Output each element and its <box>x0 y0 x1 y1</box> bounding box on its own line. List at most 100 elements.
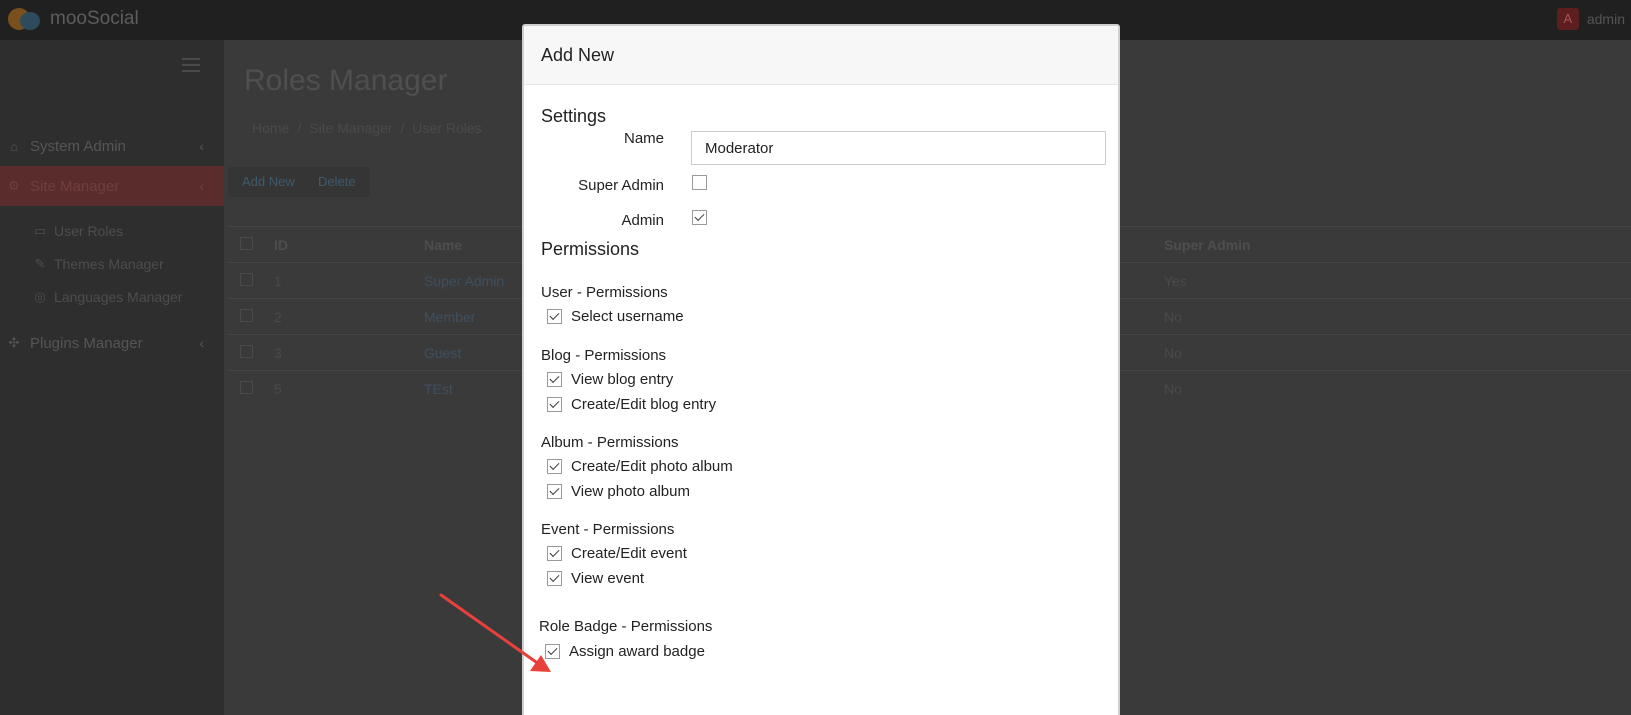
permission-label: View blog entry <box>571 371 674 388</box>
permission-create-edit-blog-entry[interactable]: Create/Edit blog entry <box>547 396 716 413</box>
cogs-icon: ⚙ <box>8 178 20 193</box>
permission-label: View photo album <box>571 483 690 500</box>
row-checkbox[interactable] <box>240 344 253 358</box>
permission-group-title: Album - Permissions <box>541 434 679 451</box>
permission-checkbox[interactable] <box>547 309 562 324</box>
cell-id: 1 <box>264 262 414 299</box>
row-checkbox[interactable] <box>240 380 253 394</box>
permission-checkbox[interactable] <box>545 644 560 659</box>
permission-checkbox[interactable] <box>547 459 562 474</box>
permission-label: Create/Edit photo album <box>571 458 733 475</box>
row-checkbox-cell <box>228 262 264 299</box>
sidebar-subitem-user-roles[interactable]: ▭ User Roles <box>32 223 123 239</box>
add-new-modal: Add New Settings Name Super Admin Admin … <box>522 24 1120 715</box>
cell-super-admin: No <box>1154 370 1631 407</box>
name-input[interactable] <box>691 131 1106 165</box>
moosocial-logo-icon <box>8 6 42 32</box>
breadcrumb-home[interactable]: Home <box>252 120 289 136</box>
sidebar-item-system-admin[interactable]: ⌂ System Admin ‹ <box>0 126 224 166</box>
permission-checkbox[interactable] <box>547 571 562 586</box>
permission-label: View event <box>571 570 645 587</box>
permission-view-blog-entry[interactable]: View blog entry <box>547 371 673 388</box>
checkmark-icon <box>549 310 560 321</box>
sidebar-item-site-manager[interactable]: ⚙ Site Manager ‹ <box>0 166 224 206</box>
super-admin-label: Super Admin <box>578 177 664 194</box>
permission-label: Create/Edit event <box>571 545 687 562</box>
super-admin-checkbox[interactable] <box>692 175 707 190</box>
breadcrumb-separator: / <box>297 120 302 136</box>
row-checkbox-cell <box>228 334 264 371</box>
id-card-icon: ▭ <box>33 223 47 238</box>
app-logo[interactable]: mooSocial <box>8 6 139 32</box>
permission-view-photo-album[interactable]: View photo album <box>547 483 690 500</box>
modal-title: Add New <box>541 45 615 65</box>
settings-heading: Settings <box>541 106 607 126</box>
permissions-heading: Permissions <box>541 239 640 259</box>
chevron-left-icon: ‹ <box>199 138 204 154</box>
name-label: Name <box>623 130 664 147</box>
sidebar-subitem-themes-manager[interactable]: ✎ Themes Manager <box>32 256 164 272</box>
permission-checkbox[interactable] <box>547 484 562 499</box>
sidebar-item-label: Plugins Manager <box>30 334 143 352</box>
modal-header: Add New <box>524 26 1118 85</box>
sidebar-item-label: Site Manager <box>30 177 120 195</box>
avatar: A <box>1556 8 1579 30</box>
permission-create-edit-event[interactable]: Create/Edit event <box>547 545 687 562</box>
user-menu[interactable]: A admin <box>1556 8 1631 30</box>
chevron-left-icon: ‹ <box>199 335 204 351</box>
permission-checkbox[interactable] <box>547 372 562 387</box>
select-all-checkbox[interactable] <box>240 236 253 250</box>
page-title: Roles Manager <box>244 64 448 97</box>
row-checkbox[interactable] <box>240 308 253 322</box>
sidebar-subitem-languages-manager[interactable]: ◎ Languages Manager <box>32 289 182 305</box>
breadcrumb: Home / Site Manager / User Roles <box>244 120 490 136</box>
permission-group-title: Event - Permissions <box>541 521 675 538</box>
permission-group-title: Role Badge - Permissions <box>539 618 713 635</box>
sidebar: ⌂ System Admin ‹ ⚙ Site Manager ‹ ▭ User… <box>0 40 224 715</box>
home-icon: ⌂ <box>10 138 18 154</box>
breadcrumb-user-roles: User Roles <box>412 120 482 136</box>
permission-create-edit-photo-album[interactable]: Create/Edit photo album <box>547 458 733 475</box>
cell-id: 3 <box>264 334 414 371</box>
cell-id: 5 <box>264 370 414 407</box>
header-checkbox-cell <box>228 226 264 263</box>
column-header-id[interactable]: ID <box>264 226 414 263</box>
checkmark-icon <box>549 572 560 583</box>
delete-button[interactable]: Delete <box>304 167 370 197</box>
permission-group-title: Blog - Permissions <box>541 347 667 364</box>
cell-id: 2 <box>264 298 414 335</box>
row-checkbox[interactable] <box>240 272 253 286</box>
checkmark-icon <box>694 211 705 222</box>
admin-checkbox[interactable] <box>692 210 707 225</box>
permission-label: Create/Edit blog entry <box>571 396 717 413</box>
permission-view-event[interactable]: View event <box>547 570 644 587</box>
menu-toggle-icon[interactable] <box>182 58 200 72</box>
row-checkbox-cell <box>228 370 264 407</box>
permission-assign-award-badge[interactable]: Assign award badge <box>545 643 705 660</box>
row-checkbox-cell <box>228 298 264 335</box>
permission-group-title: User - Permissions <box>541 284 668 301</box>
cell-super-admin: Yes <box>1154 262 1631 299</box>
sidebar-item-plugins-manager[interactable]: ✣ Plugins Manager ‹ <box>0 323 224 363</box>
sidebar-subitem-label: Languages Manager <box>54 289 183 305</box>
brush-icon: ✎ <box>34 256 46 271</box>
add-new-button[interactable]: Add New <box>228 167 309 197</box>
breadcrumb-separator: / <box>400 120 405 136</box>
checkmark-icon <box>549 485 560 496</box>
permission-checkbox[interactable] <box>547 397 562 412</box>
checkmark-icon <box>549 460 560 471</box>
globe-icon: ◎ <box>34 289 46 304</box>
user-name: admin <box>1586 11 1625 27</box>
checkmark-icon <box>549 398 560 409</box>
sidebar-subitem-label: User Roles <box>54 223 124 239</box>
sidebar-item-label: System Admin <box>30 137 126 155</box>
cell-super-admin: No <box>1154 298 1631 335</box>
column-header-super-admin[interactable]: Super Admin <box>1154 226 1631 263</box>
permission-checkbox[interactable] <box>547 546 562 561</box>
checkmark-icon <box>549 547 560 558</box>
permission-select-username[interactable]: Select username <box>547 308 684 325</box>
breadcrumb-site-manager[interactable]: Site Manager <box>309 120 392 136</box>
checkmark-icon <box>547 645 558 656</box>
cell-super-admin: No <box>1154 334 1631 371</box>
chevron-down-icon: ‹ <box>199 178 204 194</box>
